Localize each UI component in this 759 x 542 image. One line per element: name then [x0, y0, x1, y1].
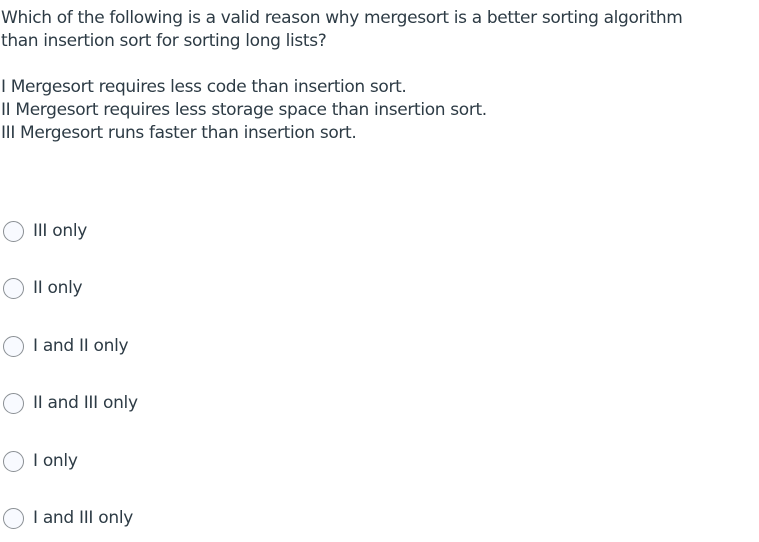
answer-label: II and III only — [33, 393, 138, 413]
answer-label: III only — [33, 221, 88, 241]
radio-button-icon[interactable] — [3, 278, 24, 299]
radio-button-icon[interactable] — [3, 508, 24, 529]
answer-options: III only II only I and II only II and II… — [0, 0, 759, 542]
radio-button-icon[interactable] — [3, 336, 24, 357]
answer-option[interactable]: II and III only — [3, 392, 138, 415]
answer-option[interactable]: I only — [3, 450, 78, 473]
answer-label: I and III only — [33, 508, 134, 528]
answer-label: I only — [33, 451, 78, 471]
answer-option[interactable]: I and II only — [3, 335, 129, 358]
answer-option[interactable]: I and III only — [3, 507, 133, 530]
radio-button-icon[interactable] — [3, 221, 24, 242]
answer-label: II only — [33, 278, 83, 298]
answer-option[interactable]: III only — [3, 220, 87, 243]
answer-option[interactable]: II only — [3, 277, 83, 300]
answer-label: I and II only — [33, 336, 129, 356]
radio-button-icon[interactable] — [3, 451, 24, 472]
radio-button-icon[interactable] — [3, 393, 24, 414]
